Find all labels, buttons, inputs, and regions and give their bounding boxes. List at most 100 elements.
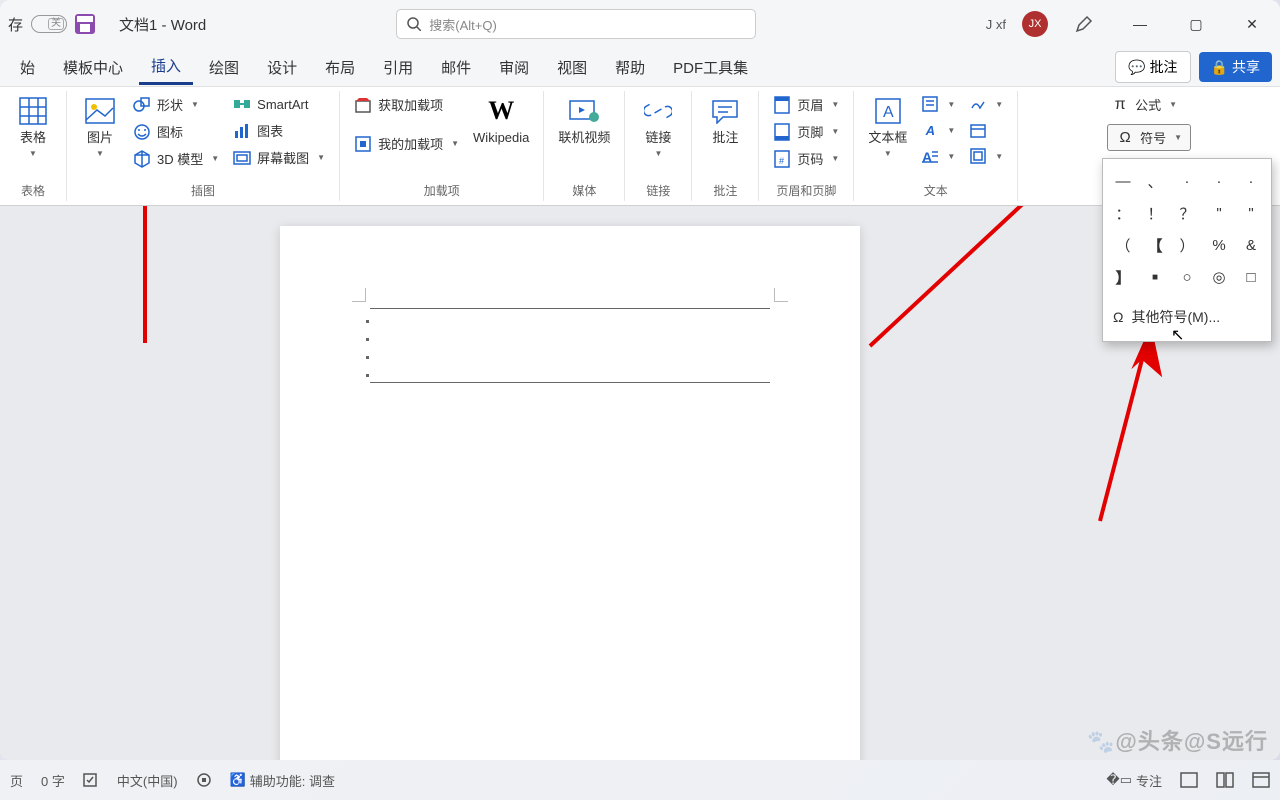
symbol-cell[interactable]: ◎ — [1205, 263, 1233, 291]
wordart-button[interactable]: A▼ — [917, 119, 959, 141]
pagenumber-button[interactable]: #页码▼ — [769, 147, 843, 170]
datetime-button[interactable] — [965, 119, 1007, 141]
view-readmode[interactable] — [1216, 772, 1234, 788]
3dmodel-button[interactable]: 3D 模型▼ — [129, 147, 223, 170]
equation-button[interactable]: π公式▼ — [1107, 93, 1191, 116]
dropcap-button[interactable]: A▼ — [917, 145, 959, 167]
cursor-icon: ↖ — [1171, 325, 1181, 345]
my-addins-button[interactable]: 我的加载项▼ — [350, 132, 463, 155]
object-button[interactable]: ▼ — [965, 145, 1007, 167]
content-line — [370, 382, 770, 383]
video-icon — [568, 95, 600, 127]
symbol-cell[interactable]: ■ — [1141, 263, 1169, 291]
header-icon — [773, 96, 791, 114]
status-accessibility[interactable]: ♿ 辅助功能: 调查 — [230, 771, 335, 790]
symbol-cell[interactable]: ） — [1173, 231, 1201, 259]
symbol-cell[interactable]: % — [1205, 231, 1233, 259]
tab-mailings[interactable]: 邮件 — [429, 51, 483, 84]
footer-button[interactable]: 页脚▼ — [769, 120, 843, 143]
group-illustrations: 图片 ▼ 形状▼ 图标 3D 模型▼ SmartArt 图表 屏幕截图▼ 插图 — [67, 91, 340, 201]
symbol-cell[interactable]: ： — [1109, 199, 1137, 227]
paragraph-mark — [366, 338, 369, 341]
symbol-cell[interactable]: — — [1109, 167, 1137, 195]
tab-insert[interactable]: 插入 — [139, 49, 193, 85]
maximize-button[interactable]: ▢ — [1176, 9, 1216, 39]
shapes-button[interactable]: 形状▼ — [129, 93, 223, 116]
icons-button[interactable]: 图标 — [129, 120, 223, 143]
smartart-button[interactable]: SmartArt — [229, 93, 329, 115]
tab-review[interactable]: 审阅 — [487, 51, 541, 84]
tab-design[interactable]: 设计 — [255, 51, 309, 84]
get-addins-button[interactable]: 获取加载项 — [350, 93, 463, 116]
view-weblayout[interactable] — [1252, 772, 1270, 788]
symbol-cell[interactable]: 【 — [1141, 231, 1169, 259]
edit-mode-button[interactable] — [1064, 9, 1104, 39]
more-symbols-button[interactable]: Ω 其他符号(M)... — [1109, 301, 1265, 333]
tab-start[interactable]: 始 — [8, 51, 47, 84]
symbol-cell[interactable]: 、 — [1141, 167, 1169, 195]
tab-pdftools[interactable]: PDF工具集 — [661, 51, 760, 84]
symbol-cell[interactable]: · — [1173, 167, 1201, 195]
document-area[interactable] — [0, 206, 1280, 760]
tab-layout[interactable]: 布局 — [313, 51, 367, 84]
chevron-down-icon: ▼ — [654, 149, 662, 158]
tab-template[interactable]: 模板中心 — [51, 51, 135, 84]
chart-button[interactable]: 图表 — [229, 119, 329, 142]
ribbon: 表格 ▼ 表格 图片 ▼ 形状▼ 图标 3D 模型▼ Sm — [0, 86, 1280, 206]
tab-help[interactable]: 帮助 — [603, 51, 657, 84]
annotation-arrow — [130, 206, 170, 348]
symbol-cell[interactable]: " — [1237, 199, 1265, 227]
status-language[interactable]: 中文(中国) — [117, 771, 178, 790]
tab-references[interactable]: 引用 — [371, 51, 425, 84]
symbol-cell[interactable]: （ — [1109, 231, 1137, 259]
symbol-cell[interactable]: · — [1205, 167, 1233, 195]
status-wordcount[interactable]: 0 字 — [41, 771, 65, 790]
smartart-icon — [233, 95, 251, 113]
header-button[interactable]: 页眉▼ — [769, 93, 843, 116]
symbol-cell[interactable]: ？ — [1173, 199, 1201, 227]
annotation-arrow — [1080, 336, 1170, 526]
symbol-cell[interactable]: 】 — [1109, 263, 1137, 291]
symbol-cell[interactable]: ○ — [1173, 263, 1201, 291]
signature-icon — [969, 95, 987, 113]
symbol-cell[interactable]: ！ — [1141, 199, 1169, 227]
symbol-button[interactable]: Ω符号▼ — [1107, 124, 1191, 151]
tables-button[interactable]: 表格 ▼ — [10, 93, 56, 160]
document-title: 文档1 - Word — [119, 14, 206, 35]
ribbon-tabs: 始 模板中心 插入 绘图 设计 布局 引用 邮件 审阅 视图 帮助 PDF工具集… — [0, 48, 1280, 86]
quickparts-button[interactable]: ▼ — [917, 93, 959, 115]
share-button[interactable]: 🔒 共享 — [1199, 52, 1272, 82]
page[interactable] — [280, 226, 860, 760]
close-button[interactable]: ✕ — [1232, 9, 1272, 39]
status-focus[interactable]: �▭ 专注 — [1106, 771, 1162, 790]
screenshot-button[interactable]: 屏幕截图▼ — [229, 146, 329, 169]
comments-button[interactable]: 💬 批注 — [1115, 51, 1190, 83]
symbol-cell[interactable]: □ — [1237, 263, 1265, 291]
pictures-button[interactable]: 图片 ▼ — [77, 93, 123, 160]
online-video-button[interactable]: 联机视频 — [554, 93, 614, 147]
symbol-cell[interactable]: " — [1205, 199, 1233, 227]
quickparts-icon — [921, 95, 939, 113]
tab-draw[interactable]: 绘图 — [197, 51, 251, 84]
status-macro[interactable] — [196, 772, 212, 788]
chart-icon — [233, 122, 251, 140]
minimize-button[interactable]: — — [1120, 9, 1160, 39]
avatar[interactable]: JX — [1022, 11, 1048, 37]
status-page[interactable]: 页 — [10, 771, 23, 790]
save-icon[interactable] — [75, 14, 95, 34]
autosave-toggle[interactable]: 关 — [31, 15, 67, 33]
comment-button[interactable]: 批注 — [702, 93, 748, 147]
pagenum-icon: # — [773, 150, 791, 168]
links-button[interactable]: 链接 ▼ — [635, 93, 681, 160]
tab-view[interactable]: 视图 — [545, 51, 599, 84]
symbol-cell[interactable]: & — [1237, 231, 1265, 259]
search-box[interactable]: 搜索(Alt+Q) — [396, 9, 756, 39]
signature-button[interactable]: ▼ — [965, 93, 1007, 115]
status-proofing[interactable] — [83, 772, 99, 788]
view-printlayout[interactable] — [1180, 772, 1198, 788]
wikipedia-button[interactable]: W Wikipedia — [469, 93, 533, 147]
comment-icon — [709, 95, 741, 127]
content-line — [370, 308, 770, 309]
symbol-cell[interactable]: · — [1237, 167, 1265, 195]
textbox-button[interactable]: A 文本框 ▼ — [864, 93, 911, 160]
